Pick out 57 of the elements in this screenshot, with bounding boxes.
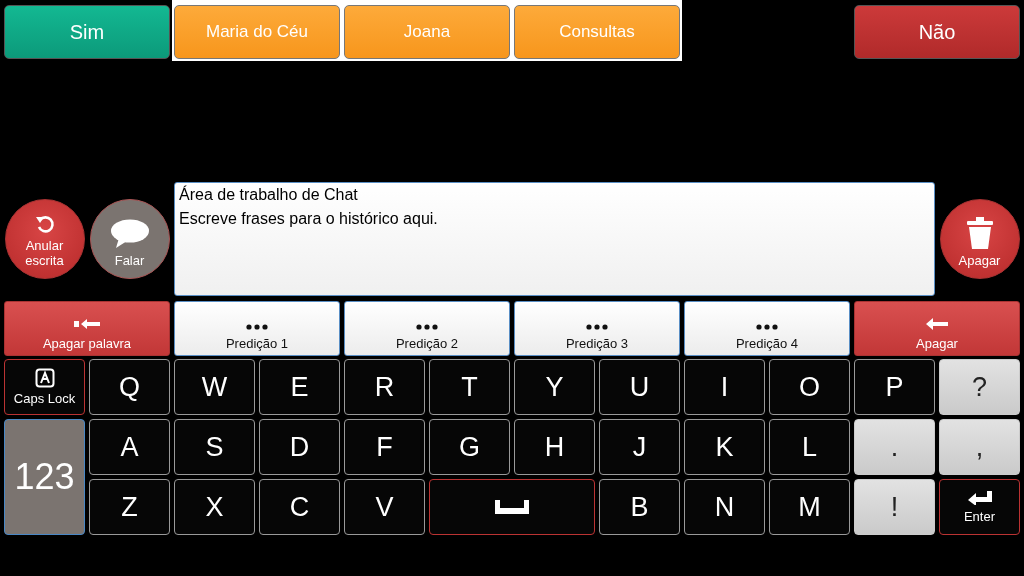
speak-button[interactable]: Falar [89,199,170,279]
left-arrow-icon [926,318,948,330]
letter-key[interactable]: P [854,359,935,415]
ellipsis-icon [586,324,608,330]
ellipsis-icon [416,324,438,330]
punctuation-key[interactable]: . [854,419,935,475]
letter-key[interactable]: J [599,419,680,475]
letter-key[interactable]: I [684,359,765,415]
letter-key[interactable]: D [259,419,340,475]
numbers-key[interactable]: 123 [4,419,85,535]
caps-lock-icon [34,368,55,388]
letter-key[interactable]: V [344,479,425,535]
ellipsis-icon [246,324,268,330]
letter-key[interactable]: O [769,359,850,415]
ellipsis-icon [756,324,778,330]
letter-key[interactable]: Z [89,479,170,535]
enter-key[interactable]: Enter [939,479,1020,535]
letter-key[interactable]: W [174,359,255,415]
prediction-button[interactable]: Predição 3 [514,301,680,356]
letter-key[interactable]: F [344,419,425,475]
backspace-button[interactable]: Apagar [854,301,1020,356]
letter-key[interactable]: S [174,419,255,475]
undo-button[interactable]: Anular escrita [4,199,85,279]
punctuation-key[interactable]: ! [854,479,935,535]
letter-key[interactable]: H [514,419,595,475]
letter-key[interactable]: M [769,479,850,535]
chat-text-area[interactable]: Área de trabalho de Chat Escreve frases para o histórico aqui. [174,182,935,296]
letter-key[interactable]: U [599,359,680,415]
prediction-button[interactable]: Predição 2 [344,301,510,356]
letter-key[interactable]: E [259,359,340,415]
prediction-button[interactable]: Predição 4 [684,301,850,356]
letter-key[interactable]: T [429,359,510,415]
undo-icon [34,214,55,234]
letter-key[interactable]: Y [514,359,595,415]
letter-key[interactable]: B [599,479,680,535]
punctuation-key[interactable]: ? [939,359,1020,415]
space-bar-icon [495,500,529,514]
punctuation-key[interactable]: , [939,419,1020,475]
no-button[interactable]: Não [854,5,1020,59]
enter-arrow-icon [967,490,992,505]
delete-word-button[interactable]: Apagar palavra [4,301,170,356]
caps-lock-key[interactable]: Caps Lock [4,359,85,415]
letter-key[interactable]: Q [89,359,170,415]
trash-icon [966,217,993,249]
space-key[interactable] [429,479,595,535]
clear-button[interactable]: Apagar [939,199,1020,279]
letter-key[interactable]: L [769,419,850,475]
speech-bubble-icon [109,219,150,249]
letter-key[interactable]: G [429,419,510,475]
letter-key[interactable]: N [684,479,765,535]
prediction-button[interactable]: Predição 1 [174,301,340,356]
letter-key[interactable]: K [684,419,765,475]
letter-key[interactable]: C [259,479,340,535]
delete-word-icon [74,318,100,330]
letter-key[interactable]: A [89,419,170,475]
letter-key[interactable]: X [174,479,255,535]
letter-key[interactable]: R [344,359,425,415]
